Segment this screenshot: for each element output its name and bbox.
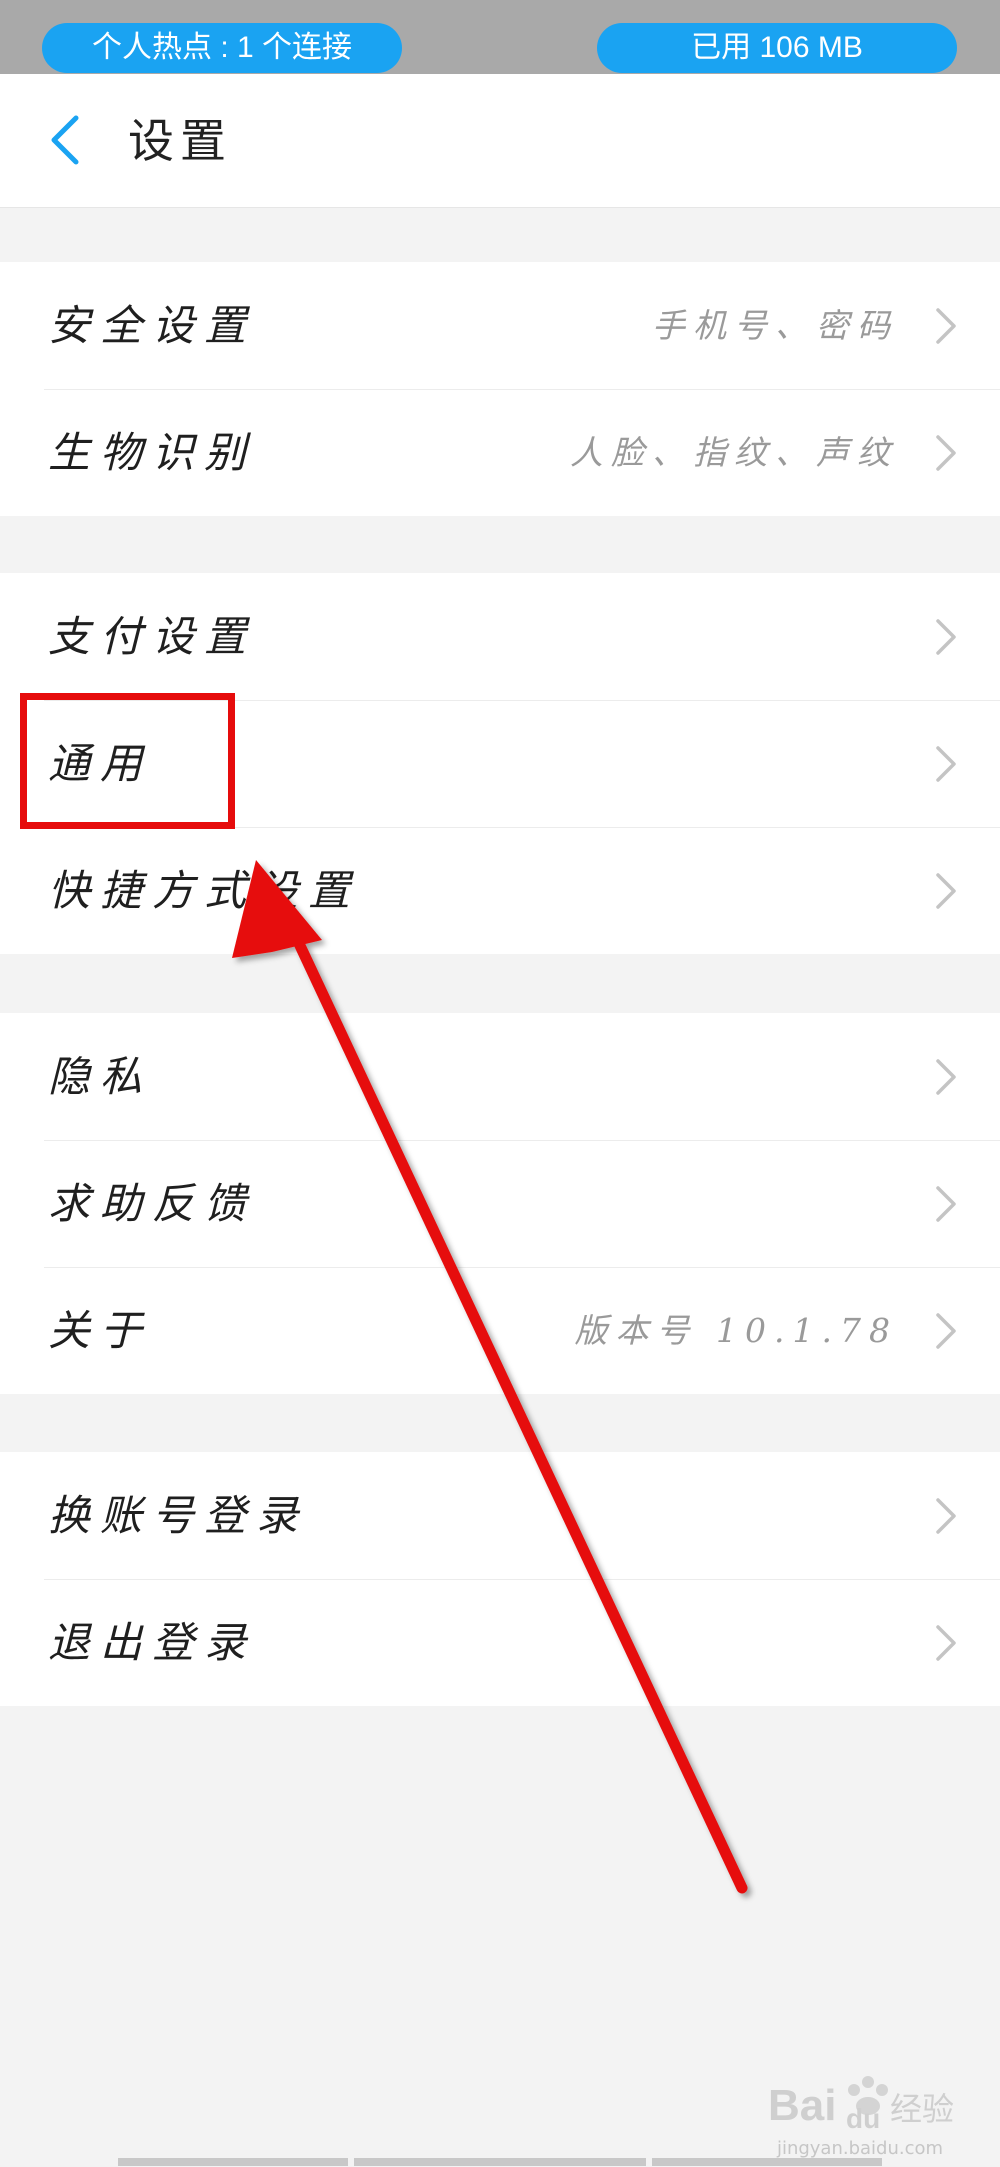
row-label: 退出登录 [48, 1618, 257, 1667]
annotation-highlight-box [20, 693, 235, 829]
chevron-right-icon [936, 308, 956, 344]
chevron-right-icon [936, 619, 956, 655]
nav-indicator-right [652, 2158, 882, 2166]
row-label: 快捷方式设置 [48, 866, 361, 915]
settings-row-switch-account[interactable]: 换账号登录 [0, 1452, 1000, 1579]
row-value: 人脸、指纹、声纹 [570, 433, 898, 472]
chevron-right-icon [936, 1498, 956, 1534]
hotspot-status[interactable]: 个人热点 : 1 个连接 [42, 23, 402, 73]
svg-text:Bai: Bai [768, 2081, 836, 2130]
settings-row-biometrics[interactable]: 生物识别 人脸、指纹、声纹 [0, 389, 1000, 516]
row-label: 求助反馈 [48, 1179, 257, 1228]
chevron-right-icon [936, 1186, 956, 1222]
row-label: 隐私 [48, 1052, 153, 1101]
version-value: 版本号 10.1.78 [574, 1311, 898, 1350]
settings-row-payment[interactable]: 支付设置 [0, 573, 1000, 700]
chevron-right-icon [936, 1625, 956, 1661]
page-title: 设置 [128, 114, 232, 168]
row-value: 手机号、密码 [652, 306, 898, 345]
chevron-left-icon[interactable] [40, 110, 96, 170]
chevron-right-icon [936, 746, 956, 782]
svg-text:经验: 经验 [890, 2090, 954, 2128]
status-bar: 个人热点 : 1 个连接 已用 106 MB [0, 0, 1000, 74]
nav-indicator-left [118, 2158, 348, 2166]
watermark-url: jingyan.baidu.com [776, 2138, 944, 2159]
row-label: 支付设置 [48, 612, 257, 661]
settings-row-privacy[interactable]: 隐私 [0, 1013, 1000, 1140]
settings-row-logout[interactable]: 退出登录 [0, 1579, 1000, 1706]
settings-row-shortcuts[interactable]: 快捷方式设置 [0, 827, 1000, 954]
svg-text:du: du [846, 2103, 880, 2134]
header: 设置 [0, 74, 1000, 208]
chevron-right-icon [936, 435, 956, 471]
chevron-right-icon [936, 1313, 956, 1349]
chevron-right-icon [936, 1059, 956, 1095]
baidu-jingyan-logo: Bai du 经验 [768, 2076, 954, 2134]
settings-group-security: 安全设置 手机号、密码 生物识别 人脸、指纹、声纹 [0, 262, 1000, 516]
settings-group-account: 换账号登录 退出登录 [0, 1452, 1000, 1706]
chevron-right-icon [936, 873, 956, 909]
row-label: 生物识别 [48, 428, 257, 477]
row-label: 关于 [48, 1306, 153, 1355]
settings-group-about: 隐私 求助反馈 关于 版本号 10.1.78 [0, 1013, 1000, 1394]
data-usage-status[interactable]: 已用 106 MB [597, 23, 957, 73]
nav-indicator-center [354, 2158, 646, 2166]
row-label: 换账号登录 [48, 1491, 309, 1540]
settings-row-about[interactable]: 关于 版本号 10.1.78 [0, 1267, 1000, 1394]
row-label: 安全设置 [48, 301, 257, 350]
settings-row-security[interactable]: 安全设置 手机号、密码 [0, 262, 1000, 389]
settings-row-feedback[interactable]: 求助反馈 [0, 1140, 1000, 1267]
